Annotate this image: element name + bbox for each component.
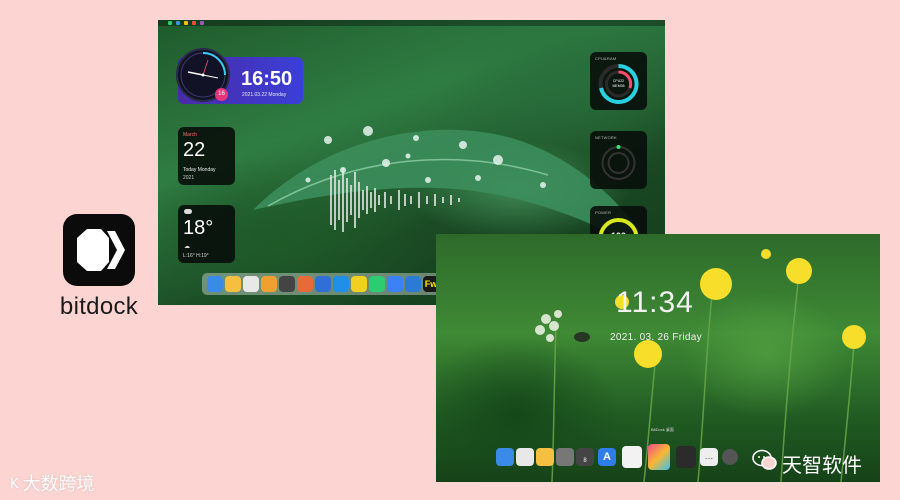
safari-icon[interactable]: [261, 276, 277, 292]
weather-range: L:16° H:19°: [183, 253, 209, 259]
network-widget[interactable]: NETWORK: [590, 131, 647, 189]
cpu-center-label: CPU22 MEM36: [612, 79, 625, 88]
app-store-icon[interactable]: A: [598, 448, 616, 466]
more-icon[interactable]: …: [700, 448, 718, 466]
bitdock-logo-icon: [63, 214, 135, 286]
calendar-month: March: [183, 132, 197, 138]
screenshot-icon[interactable]: [622, 446, 642, 468]
lockscreen-screenshot: 11:34 2021. 03. 26 Friday BitDock 桌面 8 A…: [436, 234, 880, 482]
lockscreen-date: 2021. 03. 26 Friday: [610, 332, 702, 343]
calendar-year: 2021: [183, 175, 195, 181]
lockscreen-dock: 8 A …: [492, 442, 752, 472]
clock-time: 16:50: [241, 68, 293, 90]
clock-date: 2021.03.22 Monday: [242, 92, 287, 98]
calculator-icon[interactable]: [676, 446, 696, 468]
weather-widget[interactable]: 18° ☁ L:16° H:19°: [178, 205, 235, 263]
home-icon[interactable]: [225, 276, 241, 292]
wechat-icon: [752, 449, 777, 470]
browser-icon[interactable]: [369, 276, 385, 292]
edit-icon[interactable]: [333, 276, 349, 292]
home-icon[interactable]: [536, 448, 554, 466]
dock-hint: BitDock 桌面: [651, 427, 674, 432]
qq-icon[interactable]: [351, 276, 367, 292]
app-icon[interactable]: [315, 276, 331, 292]
lockscreen-time: 11:34: [616, 286, 694, 319]
cloud-icon: [184, 209, 192, 214]
watermark-left-logo: K: [10, 477, 19, 492]
paint-icon[interactable]: [648, 444, 670, 470]
calendar-weekday: Today Monday: [183, 167, 216, 173]
photos-icon[interactable]: [297, 276, 313, 292]
cpu-ram-widget[interactable]: CPU&RAM CPU22 MEM36: [590, 52, 647, 110]
watermark-left: K 大数跨境: [10, 470, 95, 496]
vscode-icon[interactable]: [405, 276, 421, 292]
calendar-widget[interactable]: March 22 Today Monday 2021: [178, 127, 235, 185]
watermark-right-text: 天智软件: [782, 453, 862, 477]
network-ring-icon: [601, 145, 636, 180]
weather-temperature: 18°: [183, 217, 214, 239]
power-icon[interactable]: [722, 449, 738, 465]
app-name: bitdock: [59, 293, 139, 320]
monitor-icon[interactable]: 8: [576, 448, 594, 466]
calculator-icon[interactable]: [279, 276, 295, 292]
calendar-day: 22: [183, 139, 206, 161]
launchpad-icon[interactable]: [243, 276, 259, 292]
finder-icon[interactable]: [207, 276, 223, 292]
editor-icon[interactable]: [387, 276, 403, 292]
launchpad-icon[interactable]: [516, 448, 534, 466]
watermark-left-text: 大数跨境: [22, 474, 95, 495]
finder-icon[interactable]: [496, 448, 514, 466]
settings-icon[interactable]: [556, 448, 574, 466]
clock-badge: 16: [215, 88, 228, 101]
weather-condition: ☁: [184, 244, 190, 250]
